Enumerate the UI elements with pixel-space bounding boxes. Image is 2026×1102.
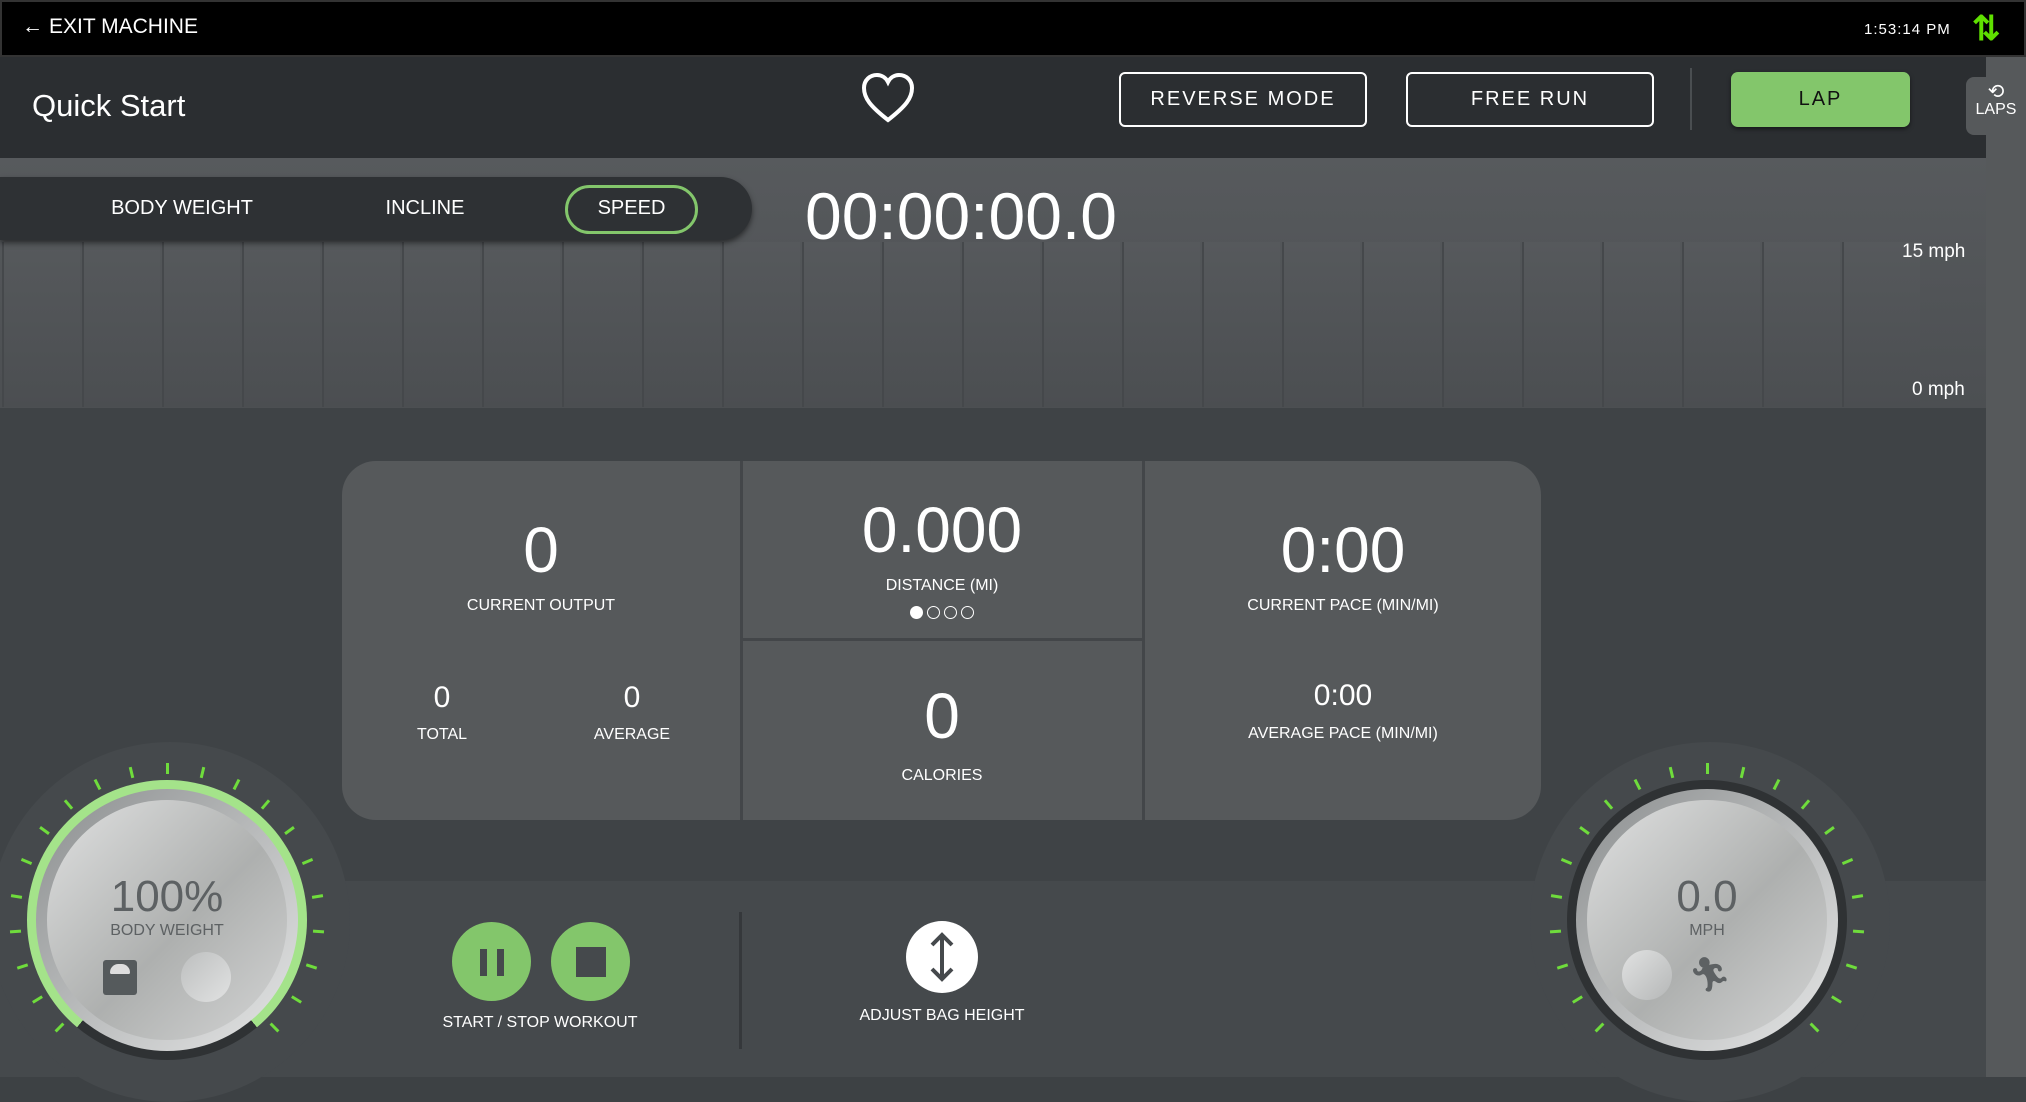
stop-icon bbox=[575, 946, 606, 977]
up-down-arrow-icon bbox=[930, 932, 954, 982]
laps-label: LAPS bbox=[1975, 101, 2017, 118]
graph-column bbox=[1282, 242, 1360, 407]
arrow-left-icon: ← bbox=[22, 15, 43, 38]
current-output-value: 0 bbox=[523, 514, 559, 586]
graph-column bbox=[1442, 242, 1520, 407]
laps-drawer-strip bbox=[1986, 57, 2026, 1077]
graph-column bbox=[1202, 242, 1280, 407]
calories-label: CALORIES bbox=[901, 767, 983, 784]
pager-dot[interactable] bbox=[944, 606, 957, 619]
free-run-button[interactable]: FREE RUN bbox=[1406, 72, 1654, 127]
body-weight-value: 100% bbox=[110, 872, 224, 921]
distance-label: DISTANCE (MI) bbox=[885, 577, 999, 594]
scale-icon bbox=[103, 959, 137, 995]
average-label: AVERAGE bbox=[593, 726, 671, 743]
graph-column bbox=[1042, 242, 1120, 407]
speed-value: 0.0 bbox=[1676, 872, 1738, 921]
top-bar bbox=[0, 0, 2026, 57]
graph-column bbox=[962, 242, 1040, 407]
lap-button[interactable]: LAP bbox=[1731, 72, 1910, 127]
header bbox=[0, 57, 1986, 158]
toggle-speed[interactable]: SPEED bbox=[565, 177, 698, 240]
graph-column bbox=[162, 242, 240, 407]
graph-column bbox=[402, 242, 480, 407]
sync-arrows-icon: ⇅ bbox=[1972, 10, 2001, 48]
loop-icon: ⟲ bbox=[1987, 81, 2005, 103]
start-stop-label: START / STOP WORKOUT bbox=[442, 1014, 638, 1031]
body-weight-label: BODY WEIGHT bbox=[110, 922, 224, 939]
exit-label: EXIT MACHINE bbox=[49, 15, 198, 38]
adjust-bag-height-label: ADJUST BAG HEIGHT bbox=[859, 1007, 1025, 1024]
runner-icon: 🏃︎ bbox=[1688, 956, 1732, 994]
graph-column bbox=[82, 242, 160, 407]
graph-column bbox=[1522, 242, 1600, 407]
dial-tick bbox=[165, 762, 169, 774]
distance-value: 0.000 bbox=[861, 494, 1023, 566]
workout-timer: 00:00:00.0 bbox=[805, 179, 1117, 253]
graph-column bbox=[562, 242, 640, 407]
divider bbox=[740, 638, 1145, 641]
graph-column bbox=[882, 242, 960, 407]
graph-column bbox=[322, 242, 400, 407]
pause-button[interactable] bbox=[452, 922, 531, 1001]
average-pace-value: 0:00 bbox=[1313, 679, 1373, 712]
knob-grip bbox=[181, 952, 231, 1002]
toggle-incline[interactable]: INCLINE bbox=[360, 177, 490, 240]
heart-icon[interactable] bbox=[860, 72, 916, 129]
total-label: TOTAL bbox=[416, 726, 468, 743]
graph-column bbox=[1362, 242, 1440, 407]
graph-min-label: 0 mph bbox=[1912, 379, 1965, 400]
graph-column bbox=[1842, 242, 1920, 407]
average-value: 0 bbox=[623, 681, 641, 714]
body-weight-knob[interactable]: 100% BODY WEIGHT bbox=[47, 800, 287, 1040]
pager-dot[interactable] bbox=[961, 606, 974, 619]
knob-grip bbox=[1622, 950, 1673, 1000]
stop-button[interactable] bbox=[551, 922, 630, 1001]
distance-pager[interactable] bbox=[910, 606, 974, 619]
graph-column bbox=[2, 242, 80, 407]
adjust-bag-height-button[interactable] bbox=[906, 921, 978, 993]
graph-column bbox=[1122, 242, 1200, 407]
pause-icon bbox=[479, 948, 504, 976]
clock: 1:53:14 PM bbox=[1864, 21, 1951, 38]
toggle-body-weight[interactable]: BODY WEIGHT bbox=[80, 177, 284, 240]
pager-dot[interactable] bbox=[910, 606, 923, 619]
graph-column bbox=[1602, 242, 1680, 407]
average-pace-label: AVERAGE PACE (MIN/MI) bbox=[1248, 725, 1438, 742]
laps-tab[interactable]: ⟲ LAPS bbox=[1966, 77, 2026, 135]
graph-column bbox=[242, 242, 320, 407]
reverse-mode-button[interactable]: REVERSE MODE bbox=[1119, 72, 1367, 127]
page-title: Quick Start bbox=[32, 88, 186, 123]
graph-column bbox=[722, 242, 800, 407]
graph-max-label: 15 mph bbox=[1902, 241, 1966, 262]
stats-panel: 0 CURRENT OUTPUT 0 TOTAL 0 AVERAGE 0.000… bbox=[342, 461, 1541, 820]
dial-tick bbox=[1705, 762, 1709, 774]
graph-column bbox=[482, 242, 560, 407]
exit-machine-button[interactable]: ← EXIT MACHINE bbox=[22, 15, 198, 39]
speed-label: MPH bbox=[1689, 922, 1725, 939]
total-value: 0 bbox=[433, 681, 451, 714]
divider bbox=[1690, 68, 1692, 130]
graph-column bbox=[1682, 242, 1760, 407]
speed-knob[interactable]: 0.0 MPH 🏃︎ bbox=[1587, 800, 1827, 1040]
graph-column bbox=[642, 242, 720, 407]
divider bbox=[739, 912, 742, 1049]
graph-column bbox=[1762, 242, 1840, 407]
pager-dot[interactable] bbox=[927, 606, 940, 619]
current-pace-label: CURRENT PACE (MIN/MI) bbox=[1247, 597, 1439, 614]
current-pace-value: 0:00 bbox=[1280, 514, 1406, 586]
graph-column bbox=[802, 242, 880, 407]
calories-value: 0 bbox=[924, 680, 960, 752]
current-output-label: CURRENT OUTPUT bbox=[466, 597, 616, 614]
